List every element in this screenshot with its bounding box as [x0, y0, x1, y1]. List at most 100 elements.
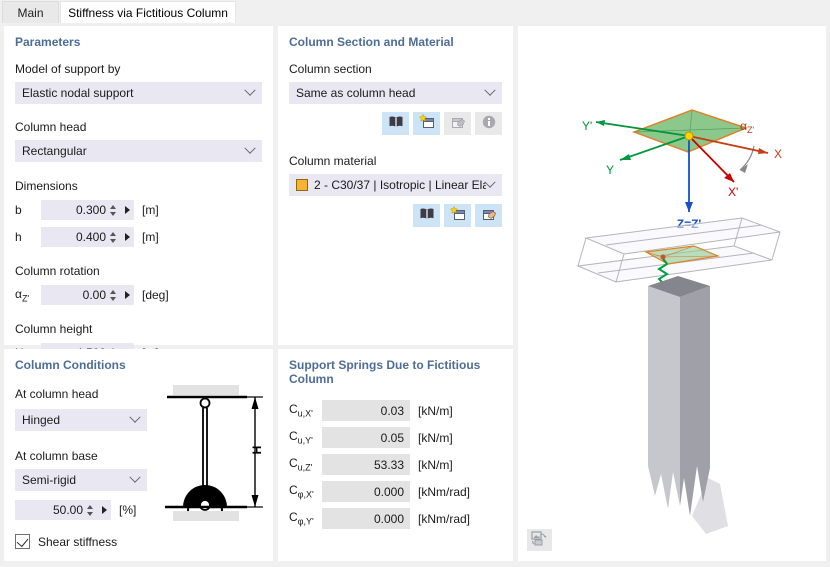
dimension-h-value: 0.400 [75, 230, 106, 244]
parameters-panel: Parameters Model of support by Elastic n… [4, 26, 273, 363]
spin-down-icon[interactable] [110, 238, 116, 243]
column-conditions-title: Column Conditions [15, 358, 126, 372]
spin-down-icon[interactable] [87, 511, 93, 516]
column-material-label: Column material [289, 154, 377, 168]
rotation-angle-label: αZ' [740, 119, 754, 135]
material-edit-button[interactable] [475, 204, 502, 227]
model-of-support-label: Model of support by [15, 62, 121, 76]
column-3d-model [576, 217, 781, 534]
shear-stiffness-checkbox[interactable] [15, 534, 30, 549]
detail-arrow-icon[interactable] [102, 506, 107, 514]
spring-value-field: 0.000 [322, 508, 410, 529]
support-springs-title: Support Springs Due to Fictitious Column [289, 358, 481, 386]
dimension-h-symbol: h [15, 230, 22, 244]
column-material-value: 2 - C30/37 | Isotropic | Linear Elastic [314, 178, 486, 192]
support-springs-panel: Support Springs Due to Fictitious Column… [278, 349, 513, 561]
shear-stiffness-label: Shear stiffness [38, 534, 118, 549]
section-new-button[interactable] [413, 112, 440, 135]
section-material-panel: Column Section and Material Column secti… [278, 26, 513, 345]
chevron-down-icon [129, 471, 141, 483]
column-head-value: Rectangular [22, 144, 87, 158]
tab-bar: Main Stiffness via Fictitious Column [0, 0, 830, 23]
spring-value-field: 0.000 [322, 481, 410, 502]
material-color-swatch [296, 179, 308, 191]
section-library-button[interactable] [382, 112, 409, 135]
column-section-select[interactable]: Same as column head [289, 82, 502, 104]
column-scheme-diagram: H [155, 381, 267, 532]
column-rotation-symbol: αZ' [15, 286, 30, 304]
spring-unit: [kN/m] [418, 403, 453, 418]
axis-y-label: Y [606, 163, 614, 177]
spring-symbol: Cu,X' [289, 402, 313, 419]
view-toggle-button[interactable] [527, 529, 552, 551]
dimension-b-row: b 0.300 [m] [15, 200, 262, 220]
spring-value-field: 53.33 [322, 454, 410, 475]
spring-row: Cφ,X' 0.000 [kNm/rad] [289, 481, 502, 502]
spin-up-icon[interactable] [110, 289, 116, 294]
new-item-icon [418, 113, 435, 133]
spring-row: Cu,Z' 53.33 [kN/m] [289, 454, 502, 475]
dimensions-label: Dimensions [15, 179, 78, 193]
spring-unit: [kNm/rad] [418, 484, 471, 499]
at-column-head-select[interactable]: Hinged [15, 409, 147, 431]
diagram-height-label: H [250, 446, 264, 455]
dimension-b-value: 0.300 [75, 203, 106, 217]
section-edit-button[interactable] [444, 112, 471, 135]
base-stiffness-unit: [%] [119, 503, 137, 517]
column-conditions-panel: Column Conditions At column head Hinged … [4, 349, 273, 561]
chevron-down-icon [244, 84, 256, 96]
detail-arrow-icon[interactable] [125, 291, 130, 299]
library-book-icon [419, 206, 435, 225]
column-head-select[interactable]: Rectangular [15, 140, 262, 162]
tab-stiffness-via-fictitious-column[interactable]: Stiffness via Fictitious Column [60, 1, 236, 23]
spring-symbol: Cu,Z' [289, 456, 313, 473]
detail-arrow-icon[interactable] [125, 206, 130, 214]
graphic-panel: Y' Y X X' Z=Z' αZ' [518, 26, 826, 561]
model-of-support-value: Elastic nodal support [22, 86, 134, 100]
column-material-select[interactable]: 2 - C30/37 | Isotropic | Linear Elastic [289, 174, 502, 196]
spin-down-icon[interactable] [110, 211, 116, 216]
edit-icon [450, 114, 466, 133]
material-toolbar [289, 204, 502, 227]
spring-row: Cφ,Y' 0.000 [kNm/rad] [289, 508, 502, 529]
chevron-down-icon [484, 84, 496, 96]
spin-down-icon[interactable] [110, 296, 116, 301]
spring-symbol: Cu,Y' [289, 429, 313, 446]
axis-x-local-label: X' [728, 185, 738, 199]
dimension-b-unit: [m] [142, 203, 159, 217]
library-book-icon [388, 114, 404, 133]
at-column-base-value: Semi-rigid [22, 473, 77, 487]
detail-arrow-icon[interactable] [125, 233, 130, 241]
base-stiffness-value: 50.00 [52, 503, 83, 517]
spin-up-icon[interactable] [87, 504, 93, 509]
dimension-h-input[interactable]: 0.400 [41, 227, 134, 247]
material-library-button[interactable] [413, 204, 440, 227]
spin-up-icon[interactable] [110, 231, 116, 236]
column-rotation-input[interactable]: 0.00 [41, 285, 134, 305]
spring-unit: [kN/m] [418, 430, 453, 445]
chevron-down-icon [244, 142, 256, 154]
column-height-label: Column height [15, 322, 93, 336]
model-of-support-select[interactable]: Elastic nodal support [15, 82, 262, 104]
shear-stiffness-row: Shear stiffness [15, 534, 262, 549]
info-icon [481, 114, 497, 133]
dimension-b-input[interactable]: 0.300 [41, 200, 134, 220]
edit-icon [481, 206, 497, 225]
section-info-button[interactable] [475, 112, 502, 135]
at-column-head-value: Hinged [22, 413, 61, 427]
spin-up-icon[interactable] [110, 204, 116, 209]
axis-x-label: X [774, 147, 782, 161]
column-rotation-value: 0.00 [82, 288, 106, 302]
material-new-button[interactable] [444, 204, 471, 227]
new-item-icon [449, 205, 466, 225]
spring-symbol: Cφ,Y' [289, 510, 314, 527]
spring-row: Cu,X' 0.03 [kN/m] [289, 400, 502, 421]
parameters-title: Parameters [15, 35, 81, 49]
chevron-down-icon [129, 411, 141, 423]
column-rotation-unit: [deg] [142, 288, 169, 302]
dimension-h-unit: [m] [142, 230, 159, 244]
at-column-base-select[interactable]: Semi-rigid [15, 469, 147, 491]
tab-main[interactable]: Main [2, 1, 59, 23]
section-toolbar [289, 112, 502, 135]
base-stiffness-input[interactable]: 50.00 [15, 500, 111, 520]
